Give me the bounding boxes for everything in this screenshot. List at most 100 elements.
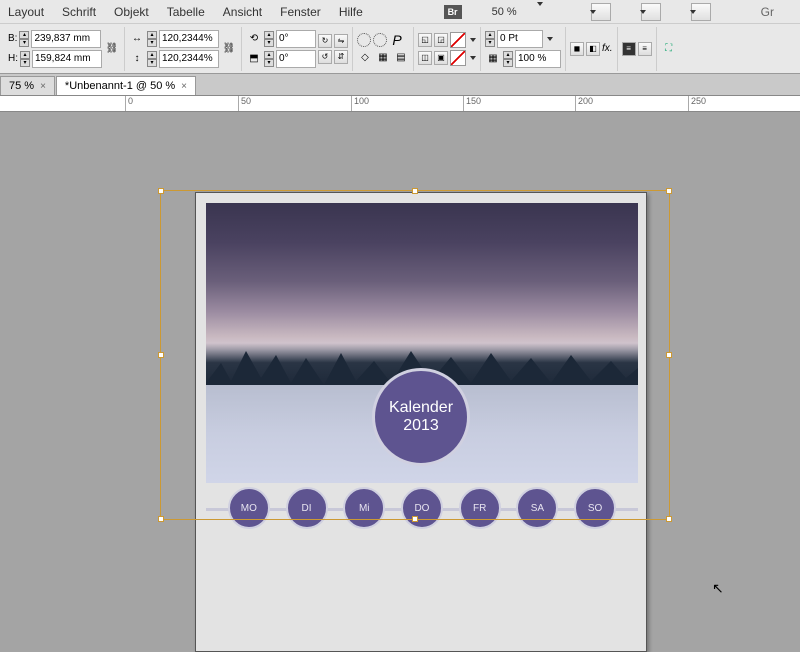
shear-icon: ⬒ <box>246 51 262 67</box>
crop-icon[interactable]: ⛶ <box>661 41 677 57</box>
flip-h-icon[interactable]: ⇋ <box>334 34 348 48</box>
stroke-weight-input[interactable]: 0 Pt <box>497 30 543 48</box>
wrap-shape-icon[interactable]: ◇ <box>357 50 373 66</box>
wrap-object-icon[interactable]: ≡ <box>638 42 652 56</box>
tab-unbenannt[interactable]: *Unbenannt-1 @ 50 % × <box>56 76 196 95</box>
close-icon[interactable]: × <box>40 81 46 92</box>
calendar-title-circle[interactable]: Kalender 2013 <box>372 368 470 466</box>
control-toolbar: B: ▴▾ 239,837 mm H: ▴▾ 159,824 mm ⛓ ↔ ▴▾… <box>0 24 800 74</box>
wrap-column-icon[interactable]: ▤ <box>393 50 409 66</box>
flip-v-icon[interactable]: ⇵ <box>334 50 348 64</box>
handle-br[interactable] <box>666 516 672 522</box>
rotate-icon: ⟲ <box>246 31 262 47</box>
stroke-dropdown[interactable] <box>470 56 476 60</box>
width-stepper[interactable]: ▴▾ <box>19 31 29 47</box>
rot-stepper[interactable]: ▴▾ <box>264 31 274 47</box>
link-icon[interactable]: ⛓ <box>104 41 120 57</box>
day-sa[interactable]: SA <box>516 487 558 529</box>
scaley-stepper[interactable]: ▴▾ <box>147 51 157 67</box>
scalex-stepper[interactable]: ▴▾ <box>147 31 157 47</box>
rotation-input[interactable]: 0° <box>276 30 316 48</box>
day-mo[interactable]: MO <box>228 487 270 529</box>
handle-bl[interactable] <box>158 516 164 522</box>
zoom-selector[interactable]: 50 % <box>492 6 561 18</box>
gr-label: Gr <box>761 5 774 19</box>
handle-lm[interactable] <box>158 352 164 358</box>
day-fr[interactable]: FR <box>459 487 501 529</box>
mouse-cursor-icon: ↖ <box>712 580 724 597</box>
opacity-icon: ▦ <box>485 51 501 67</box>
horizontal-ruler[interactable]: 0 50 100 150 200 250 <box>0 96 800 112</box>
menu-bar: Layout Schrift Objekt Tabelle Ansicht Fe… <box>0 0 800 24</box>
day-di[interactable]: DI <box>286 487 328 529</box>
ruler-tick: 150 <box>463 96 481 111</box>
menu-tabelle[interactable]: Tabelle <box>167 5 205 19</box>
height-label: H: <box>8 53 18 64</box>
width-label: B: <box>8 33 17 44</box>
tab-2-label: *Unbenannt-1 @ 50 % <box>65 80 175 92</box>
height-stepper[interactable]: ▴▾ <box>20 51 30 67</box>
arrange-icon[interactable] <box>641 3 661 21</box>
day-do[interactable]: DO <box>401 487 443 529</box>
menu-fenster[interactable]: Fenster <box>280 5 321 19</box>
handle-tr[interactable] <box>666 188 672 194</box>
frame-fit-group: ◱ ◲ ◫ ▣ <box>414 27 481 71</box>
ruler-tick: 250 <box>688 96 706 111</box>
menu-schrift[interactable]: Schrift <box>62 5 96 19</box>
fill-none-icon[interactable] <box>450 32 466 48</box>
document-page[interactable]: Kalender 2013 MO DI Mi DO FR SA SO <box>195 192 647 652</box>
wrap-none-icon[interactable] <box>357 33 371 47</box>
menu-ansicht[interactable]: Ansicht <box>223 5 262 19</box>
menu-hilfe[interactable]: Hilfe <box>339 5 363 19</box>
fit-prop-icon[interactable]: ▣ <box>434 51 448 65</box>
stroke-stepper[interactable]: ▴▾ <box>485 31 495 47</box>
ruler-tick: 0 <box>125 96 133 111</box>
canvas-area[interactable]: Kalender 2013 MO DI Mi DO FR SA SO ↖ <box>0 112 800 600</box>
wrap-group: P ◇ ▦ ▤ <box>353 27 414 71</box>
opacity-stepper[interactable]: ▴▾ <box>503 51 513 67</box>
rotate-ccw-icon[interactable]: ↺ <box>318 50 332 64</box>
width-input[interactable]: 239,837 mm <box>31 30 101 48</box>
wrap-around-icon[interactable] <box>373 33 387 47</box>
ruler-tick: 100 <box>351 96 369 111</box>
ruler-tick: 200 <box>575 96 593 111</box>
shear-stepper[interactable]: ▴▾ <box>264 51 274 67</box>
stroke-weight-dropdown[interactable] <box>547 37 553 41</box>
handle-tl[interactable] <box>158 188 164 194</box>
fit-content-icon[interactable]: ◱ <box>418 33 432 47</box>
menu-layout[interactable]: Layout <box>8 5 44 19</box>
center-icon[interactable]: ◫ <box>418 51 432 65</box>
scale-y-input[interactable]: 120,2344% <box>159 50 219 68</box>
view-options-icon[interactable] <box>691 3 711 21</box>
rotate-cw-icon[interactable]: ↻ <box>318 34 332 48</box>
gradient-icon[interactable]: ◧ <box>586 42 600 56</box>
day-mi[interactable]: Mi <box>343 487 385 529</box>
wrap-bbox-icon[interactable]: ≡ <box>622 42 636 56</box>
p-icon[interactable]: P <box>389 32 405 48</box>
fill-dropdown[interactable] <box>470 38 476 42</box>
scale-x-icon: ↔ <box>129 31 145 47</box>
tab-75[interactable]: 75 % × <box>0 76 55 95</box>
wrap-jump-icon[interactable]: ▦ <box>375 50 391 66</box>
shear-input[interactable]: 0° <box>276 50 316 68</box>
day-so[interactable]: SO <box>574 487 616 529</box>
handle-rm[interactable] <box>666 352 672 358</box>
link-scale-icon[interactable]: ⛓ <box>221 41 237 57</box>
menu-objekt[interactable]: Objekt <box>114 5 149 19</box>
effects-group: ◼ ◧ fx. <box>566 27 618 71</box>
ruler-tick: 50 <box>238 96 251 111</box>
scale-x-input[interactable]: 120,2344% <box>159 30 219 48</box>
calendar-year: 2013 <box>403 417 439 435</box>
height-input[interactable]: 159,824 mm <box>32 50 102 68</box>
opacity-input[interactable]: 100 % <box>515 50 561 68</box>
stroke-none-icon[interactable] <box>450 50 466 66</box>
screen-mode-icon[interactable] <box>591 3 611 21</box>
drop-shadow-icon[interactable]: ◼ <box>570 42 584 56</box>
bridge-badge[interactable]: Br <box>444 5 462 19</box>
scale-group: ↔ ▴▾ 120,2344% ↕ ▴▾ 120,2344% ⛓ <box>125 27 242 71</box>
document-tabs: 75 % × *Unbenannt-1 @ 50 % × <box>0 74 800 96</box>
fx-button[interactable]: fx. <box>602 43 613 54</box>
scale-y-icon: ↕ <box>129 51 145 67</box>
fit-frame-icon[interactable]: ◲ <box>434 33 448 47</box>
close-icon[interactable]: × <box>181 81 187 92</box>
